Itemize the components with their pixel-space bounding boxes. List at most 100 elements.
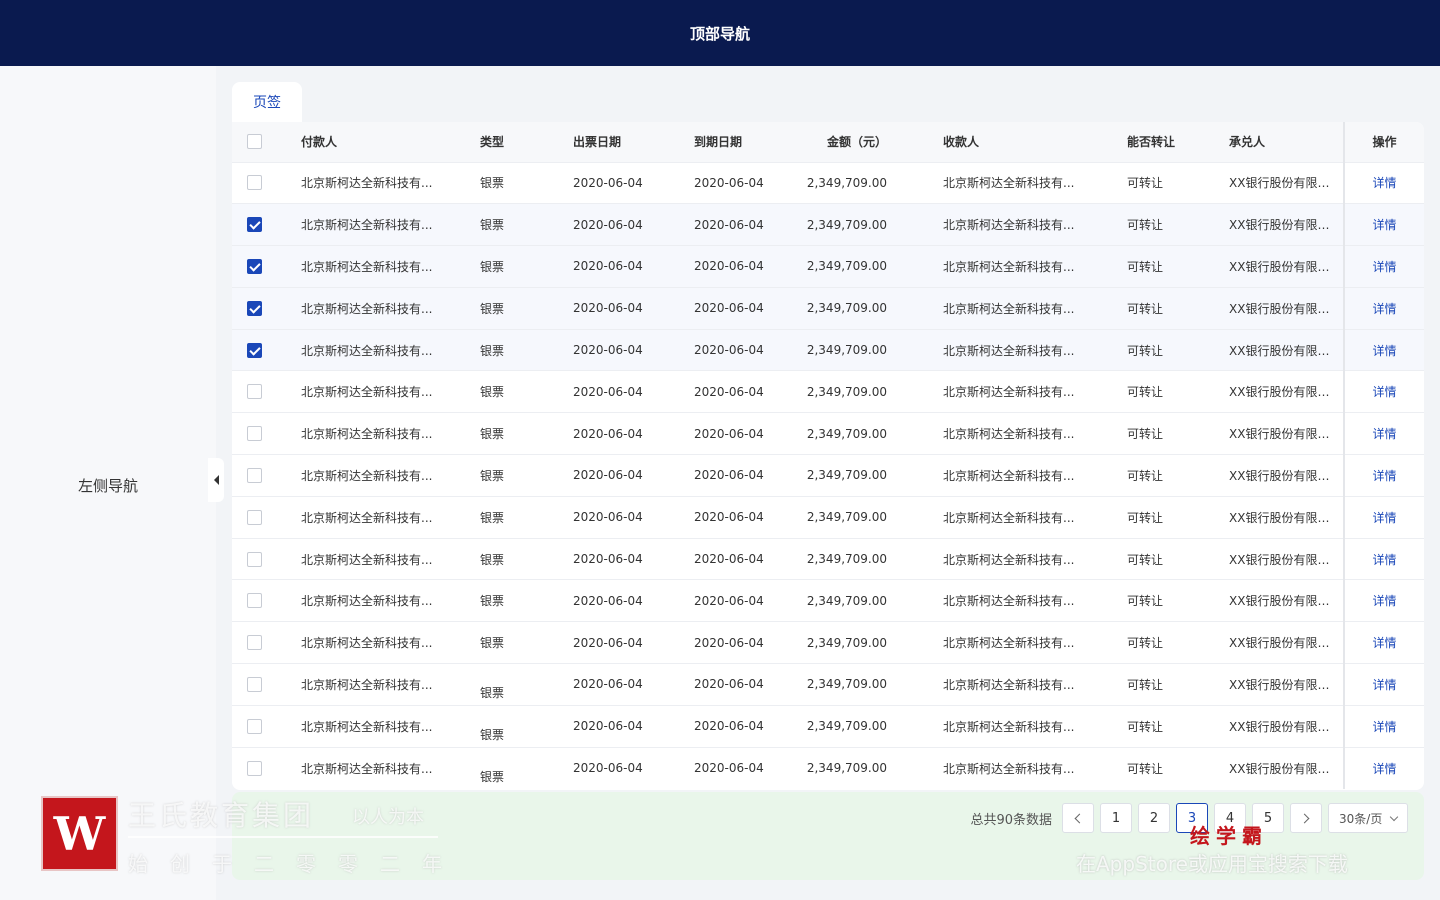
detail-link[interactable]: 详情 bbox=[1372, 344, 1396, 358]
detail-link[interactable]: 详情 bbox=[1372, 218, 1396, 232]
table-row[interactable]: 北京斯柯达全新科技有... 银票 2020-06-04 2020-06-04 2,349… bbox=[232, 287, 1424, 330]
cell-transferable: 可转让 bbox=[1127, 594, 1164, 609]
table-row[interactable]: 北京斯柯达全新科技有... 银票 2020-06-04 2020-06-04 2,349… bbox=[232, 245, 1424, 288]
page-button-1[interactable]: 1 bbox=[1100, 803, 1132, 833]
cell-amount: 2,349,709.00 bbox=[806, 761, 887, 776]
cell-amount: 2,349,709.00 bbox=[806, 426, 887, 441]
cell-select bbox=[232, 705, 301, 747]
detail-link[interactable]: 详情 bbox=[1372, 594, 1396, 608]
cell-operation: 详情 bbox=[1343, 203, 1424, 246]
watermark-slogan: 以人为本 bbox=[352, 807, 424, 828]
cell-issue-date: 2020-06-04 bbox=[573, 426, 643, 441]
cell-payer: 北京斯柯达全新科技有... bbox=[301, 427, 433, 442]
detail-link[interactable]: 详情 bbox=[1372, 636, 1396, 650]
table-row[interactable]: 北京斯柯达全新科技有... 银票 2020-06-04 2020-06-04 2,349… bbox=[232, 538, 1424, 580]
cell-issue-date: 2020-06-04 bbox=[573, 635, 643, 650]
cell-acceptor: XX银行股份有限公司... bbox=[1229, 552, 1344, 567]
table-row[interactable]: 北京斯柯达全新科技有... 银票 2020-06-04 2020-06-04 2,349… bbox=[232, 203, 1424, 246]
cell-transferable: 可转让 bbox=[1127, 218, 1164, 233]
row-checkbox[interactable] bbox=[247, 467, 262, 483]
cell-amount: 2,349,709.00 bbox=[806, 635, 887, 650]
cell-type: 银票 bbox=[480, 468, 505, 483]
cell-issue-date: 2020-06-04 bbox=[573, 343, 643, 358]
cell-amount: 2,349,709.00 bbox=[806, 175, 887, 190]
cell-spacer bbox=[887, 622, 943, 664]
row-checkbox[interactable] bbox=[247, 635, 262, 651]
row-checkbox[interactable] bbox=[247, 593, 262, 609]
cell-type: 银票 bbox=[480, 685, 505, 700]
row-checkbox[interactable] bbox=[247, 217, 262, 233]
row-checkbox[interactable] bbox=[247, 676, 262, 692]
cell-transferable: 可转让 bbox=[1127, 176, 1164, 191]
detail-link[interactable]: 详情 bbox=[1372, 385, 1396, 399]
detail-link[interactable]: 详情 bbox=[1372, 678, 1396, 692]
table-row[interactable]: 北京斯柯达全新科技有... 银票 2020-06-04 2020-06-04 2,349… bbox=[232, 705, 1424, 748]
header-acceptor: 承兑人 bbox=[1229, 135, 1266, 150]
row-checkbox[interactable] bbox=[247, 760, 262, 776]
table-row[interactable]: 北京斯柯达全新科技有... 银票 2020-06-04 2020-06-04 2,349… bbox=[232, 370, 1424, 413]
cell-acceptor: XX银行股份有限公司... bbox=[1229, 301, 1344, 316]
row-checkbox[interactable] bbox=[247, 551, 262, 567]
select-all-checkbox[interactable] bbox=[247, 134, 262, 150]
next-page-button[interactable] bbox=[1290, 803, 1322, 833]
watermark-appstore-text: 在AppStore或应用宝搜索下载 bbox=[1076, 852, 1348, 876]
cell-due-date: 2020-06-04 bbox=[694, 510, 764, 525]
cell-select bbox=[232, 162, 301, 204]
cell-payee: 北京斯柯达全新科技有... bbox=[943, 510, 1075, 525]
cell-due-date: 2020-06-04 bbox=[694, 593, 764, 608]
tab-main[interactable]: 页签 bbox=[232, 82, 302, 122]
cell-payer: 北京斯柯达全新科技有... bbox=[301, 385, 433, 400]
cell-operation: 详情 bbox=[1343, 287, 1424, 330]
cell-payee: 北京斯柯达全新科技有... bbox=[943, 301, 1075, 316]
detail-link[interactable]: 详情 bbox=[1372, 260, 1396, 274]
cell-payer: 北京斯柯达全新科技有... bbox=[301, 510, 433, 525]
cell-type: 银票 bbox=[480, 552, 505, 567]
cell-payer: 北京斯柯达全新科技有... bbox=[301, 259, 433, 274]
table-row[interactable]: 北京斯柯达全新科技有... 银票 2020-06-04 2020-06-04 2,349… bbox=[232, 412, 1424, 455]
row-checkbox[interactable] bbox=[247, 258, 262, 274]
detail-link[interactable]: 详情 bbox=[1372, 176, 1396, 190]
cell-issue-date: 2020-06-04 bbox=[573, 761, 643, 776]
row-checkbox[interactable] bbox=[247, 300, 262, 316]
table-row[interactable]: 北京斯柯达全新科技有... 银票 2020-06-04 2020-06-04 2,349… bbox=[232, 454, 1424, 497]
header-type: 类型 bbox=[480, 135, 505, 150]
table-row[interactable]: 北京斯柯达全新科技有... 银票 2020-06-04 2020-06-04 2,349… bbox=[232, 621, 1424, 664]
table-row[interactable]: 北京斯柯达全新科技有... 银票 2020-06-04 2020-06-04 2,349… bbox=[232, 162, 1424, 204]
sidebar-title[interactable]: 左侧导航 bbox=[78, 475, 138, 496]
cell-payee: 北京斯柯达全新科技有... bbox=[943, 761, 1075, 776]
page-button-2[interactable]: 2 bbox=[1138, 803, 1170, 833]
detail-link[interactable]: 详情 bbox=[1372, 762, 1396, 776]
sidebar-collapse-button[interactable] bbox=[208, 458, 224, 502]
table-row[interactable]: 北京斯柯达全新科技有... 银票 2020-06-04 2020-06-04 2,349… bbox=[232, 663, 1424, 706]
cell-due-date: 2020-06-04 bbox=[694, 719, 764, 734]
detail-link[interactable]: 详情 bbox=[1372, 302, 1396, 316]
detail-link[interactable]: 详情 bbox=[1372, 553, 1396, 567]
header-transferable: 能否转让 bbox=[1127, 135, 1176, 150]
row-checkbox[interactable] bbox=[247, 718, 262, 734]
detail-link[interactable]: 详情 bbox=[1372, 469, 1396, 483]
table-row[interactable]: 北京斯柯达全新科技有... 银票 2020-06-04 2020-06-04 2,349… bbox=[232, 747, 1424, 789]
cell-type: 银票 bbox=[480, 218, 505, 233]
cell-type: 银票 bbox=[480, 343, 505, 358]
cell-spacer bbox=[887, 664, 943, 706]
prev-page-button[interactable] bbox=[1062, 803, 1094, 833]
detail-link[interactable]: 详情 bbox=[1372, 720, 1396, 734]
page-size-select[interactable]: 30条/页 bbox=[1328, 803, 1408, 833]
detail-link[interactable]: 详情 bbox=[1372, 427, 1396, 441]
cell-spacer bbox=[887, 287, 943, 329]
cell-issue-date: 2020-06-04 bbox=[573, 593, 643, 608]
table-row[interactable]: 北京斯柯达全新科技有... 银票 2020-06-04 2020-06-04 2,349… bbox=[232, 579, 1424, 622]
cell-operation: 详情 bbox=[1343, 705, 1424, 748]
table-row[interactable]: 北京斯柯达全新科技有... 银票 2020-06-04 2020-06-04 2,349… bbox=[232, 329, 1424, 371]
cell-select bbox=[232, 329, 301, 371]
cell-operation: 详情 bbox=[1343, 454, 1424, 497]
cell-amount: 2,349,709.00 bbox=[806, 301, 887, 316]
cell-operation: 详情 bbox=[1343, 579, 1424, 622]
table-row[interactable]: 北京斯柯达全新科技有... 银票 2020-06-04 2020-06-04 2,349… bbox=[232, 496, 1424, 539]
row-checkbox[interactable] bbox=[247, 342, 262, 358]
row-checkbox[interactable] bbox=[247, 384, 262, 400]
row-checkbox[interactable] bbox=[247, 175, 262, 191]
row-checkbox[interactable] bbox=[247, 509, 262, 525]
detail-link[interactable]: 详情 bbox=[1372, 511, 1396, 525]
row-checkbox[interactable] bbox=[247, 426, 262, 442]
